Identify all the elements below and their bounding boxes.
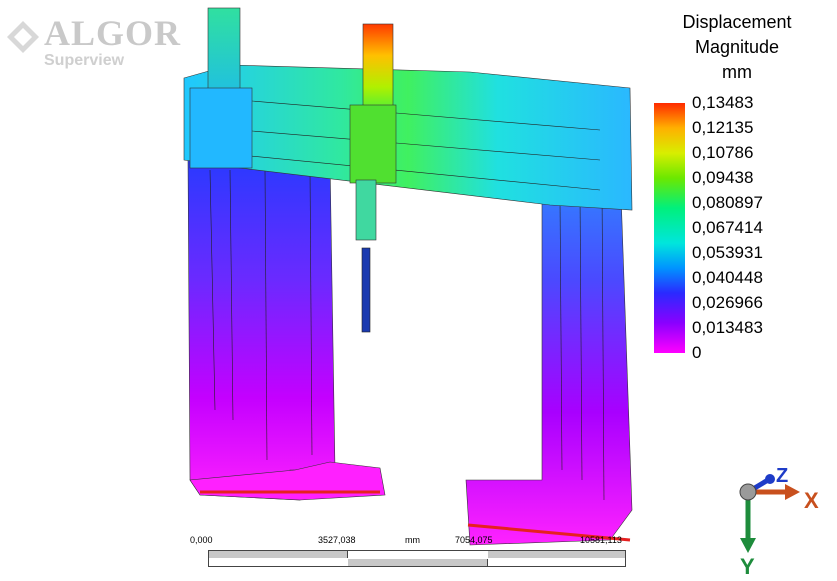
- scale-segment: [209, 551, 348, 558]
- legend-tick: 0,053931: [692, 243, 763, 262]
- left-ram: [189, 7, 253, 169]
- triad-origin-icon: [739, 483, 757, 501]
- scale-segment: [348, 559, 488, 566]
- right-column: [465, 164, 633, 546]
- legend-tick: 0: [692, 343, 702, 362]
- left-column: [187, 159, 386, 501]
- z-axis-label: Z: [776, 465, 788, 487]
- axis-triad: X Y Z: [739, 465, 819, 578]
- legend-title-line2: Magnitude: [694, 37, 780, 57]
- scale-label: 3527,038: [318, 535, 356, 545]
- legend-tick: 0,067414: [692, 218, 763, 237]
- scale-label: 10581,113: [580, 535, 622, 545]
- legend-tick: 0,12135: [692, 118, 754, 137]
- legend-tick: 0,026966: [692, 293, 763, 312]
- logo-product: Superview: [44, 52, 125, 69]
- logo-diamond-icon: [7, 21, 39, 53]
- legend-tick: 0,040448: [692, 268, 763, 287]
- legend-tick: 0,013483: [692, 318, 763, 337]
- legend-title-line1: Displacement: [682, 12, 792, 32]
- scale-unit: mm: [405, 535, 420, 545]
- legend-tick: 0,09438: [692, 168, 754, 187]
- x-axis-label: X: [804, 488, 819, 513]
- scale-segment: [488, 551, 625, 558]
- scale-bar-track: [208, 550, 626, 567]
- logo-brand: ALGOR: [44, 13, 182, 53]
- legend-tick: 0,080897: [692, 193, 763, 212]
- z-axis-arrow-icon: [765, 474, 775, 484]
- legend-tick: 0,10786: [692, 143, 754, 162]
- scale-label: 0,000: [190, 535, 213, 545]
- y-axis-label: Y: [740, 554, 755, 578]
- legend-tick: 0,13483: [692, 93, 754, 112]
- scale-label: 7054,075: [455, 535, 493, 545]
- legend-title: Displacement Magnitude mm: [672, 10, 802, 85]
- legend-unit: mm: [722, 62, 752, 82]
- scale-bar: 0,000 3527,038 mm 7054,075 10581,113: [190, 535, 630, 575]
- model-viewport[interactable]: [170, 0, 650, 560]
- y-axis-arrow-icon: [740, 538, 756, 553]
- legend-color-bar: [654, 103, 685, 353]
